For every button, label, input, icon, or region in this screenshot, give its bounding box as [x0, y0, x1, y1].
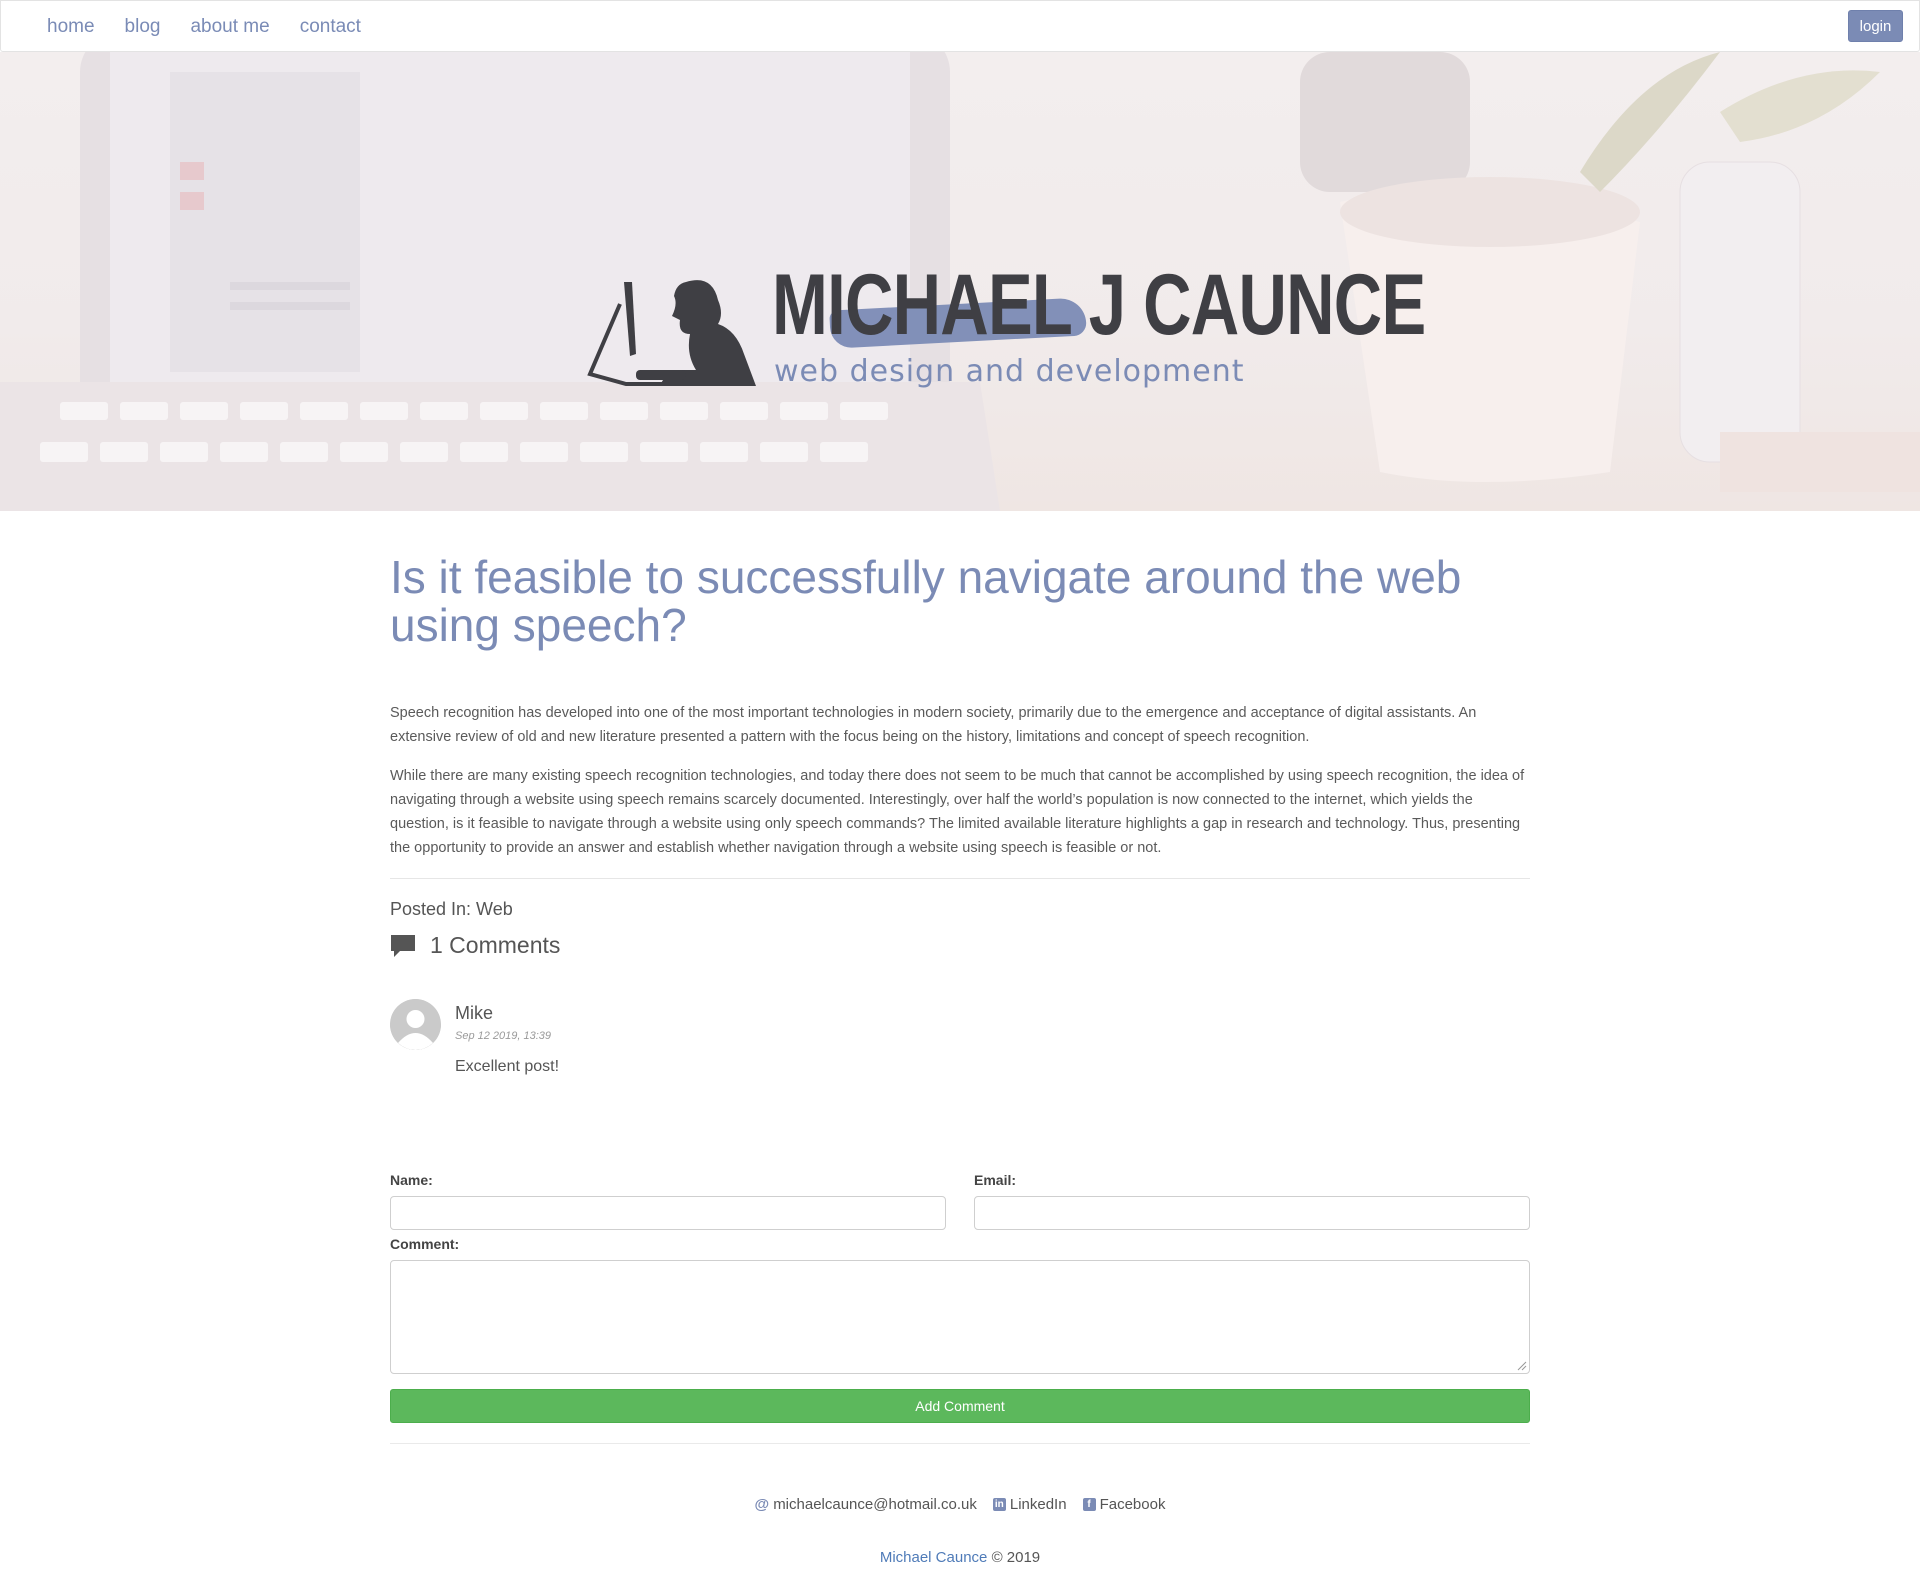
footer-email-link[interactable]: @ michaelcaunce@hotmail.co.uk [755, 1496, 977, 1513]
logo-subtitle: web design and development [774, 354, 1245, 389]
post-body: Speech recognition has developed into on… [390, 701, 1530, 860]
nav-link-contact[interactable]: contact [300, 16, 361, 38]
name-field-group: Name: [390, 1172, 946, 1230]
copyright-name-link[interactable]: Michael Caunce [880, 1549, 988, 1566]
nav-links: home blog about me contact [47, 1, 391, 53]
footer-facebook: Facebook [1099, 1496, 1166, 1513]
comment-label: Comment: [390, 1236, 460, 1252]
login-button[interactable]: login [1848, 10, 1903, 42]
nav-link-home[interactable]: home [47, 16, 95, 38]
email-label: Email: [974, 1172, 1017, 1188]
copyright-text: © 2019 [991, 1549, 1041, 1566]
divider [390, 1443, 1530, 1444]
nav-link-blog[interactable]: blog [125, 16, 161, 38]
divider [390, 878, 1530, 879]
posted-in-category: Posted In: Web [390, 899, 513, 919]
avatar-placeholder-icon [390, 999, 441, 1050]
comment-author: Mike [455, 1003, 494, 1023]
email-field-group: Email: [974, 1172, 1530, 1230]
footer-links: @ michaelcaunce@hotmail.co.uk in LinkedI… [390, 1496, 1530, 1513]
comments-count: 1 Comments [430, 932, 561, 958]
site-logo: MICHAEL J CAUNCE web design and developm… [586, 224, 1426, 394]
logo-title: MICHAEL J CAUNCE [772, 257, 1426, 353]
comment-body: Mike Sep 12 2019, 13:39 Excellent post! [455, 999, 559, 1076]
email-input[interactable] [974, 1196, 1530, 1230]
resize-grip-icon[interactable] [1517, 1361, 1527, 1371]
top-navbar: home blog about me contact login [0, 0, 1920, 52]
hero-banner: MICHAEL J CAUNCE web design and developm… [0, 52, 1920, 511]
add-comment-button[interactable]: Add Comment [390, 1389, 1530, 1423]
facebook-icon: f [1082, 1498, 1096, 1511]
comments-heading: 1 Comments [390, 932, 1530, 959]
comment-item: Mike Sep 12 2019, 13:39 Excellent post! [390, 999, 1530, 1076]
comment-text: Excellent post! [455, 1058, 560, 1075]
name-label: Name: [390, 1172, 433, 1188]
footer-facebook-link[interactable]: f Facebook [1082, 1496, 1166, 1513]
name-input[interactable] [390, 1196, 946, 1230]
comment-date: Sep 12 2019, 13:39 [455, 1030, 552, 1042]
linkedin-icon: in [992, 1498, 1006, 1511]
copyright: Michael Caunce © 2019 [390, 1549, 1530, 1566]
at-icon: @ [754, 1496, 770, 1513]
footer-linkedin-link[interactable]: in LinkedIn [992, 1496, 1067, 1513]
post-paragraph: Speech recognition has developed into on… [390, 705, 1477, 745]
nav-link-about-me[interactable]: about me [190, 16, 269, 38]
footer-linkedin: LinkedIn [1009, 1496, 1067, 1513]
main-content: Is it feasible to successfully navigate … [390, 511, 1530, 1566]
footer-email: michaelcaunce@hotmail.co.uk [773, 1496, 977, 1513]
logo-silhouette-icon [587, 280, 756, 386]
chat-icon [391, 934, 415, 957]
comment-textarea[interactable] [390, 1260, 1530, 1374]
post-title: Is it feasible to successfully navigate … [390, 551, 1462, 651]
post-paragraph: While there are many existing speech rec… [390, 768, 1525, 856]
comment-form: Name: Email: Comment: Add Comment [390, 1172, 1530, 1423]
